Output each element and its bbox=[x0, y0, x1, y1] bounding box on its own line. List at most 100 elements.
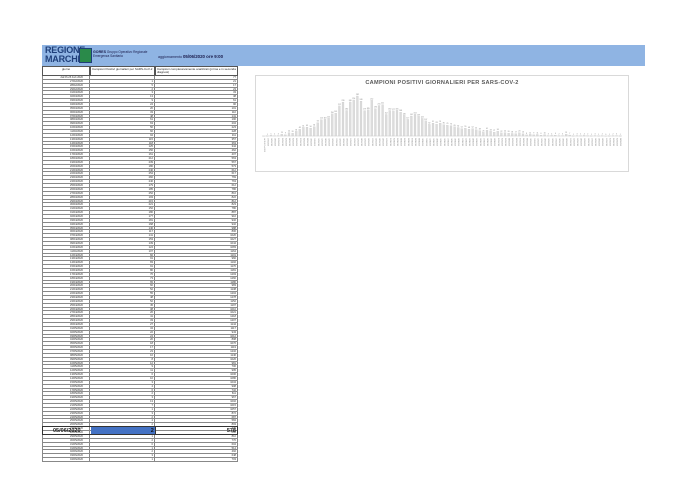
row-date: 16/05/2020 bbox=[42, 384, 90, 388]
chart-bar bbox=[291, 133, 294, 137]
row-positives: 8 bbox=[90, 357, 155, 361]
chart-data-label: 141 bbox=[410, 114, 413, 116]
row-date: 20/03/2020 bbox=[42, 164, 90, 168]
row-samples: 612 bbox=[155, 184, 238, 187]
row-date: 08/03/2020 bbox=[42, 118, 90, 122]
chart-tick-label: 20/04/2020 bbox=[457, 138, 459, 146]
chart-bar bbox=[410, 115, 413, 137]
chart-bar bbox=[295, 131, 298, 137]
row-positives: 18 bbox=[90, 342, 155, 346]
row-date: 11/04/2020 bbox=[42, 249, 90, 253]
row-samples: 1278 bbox=[155, 295, 238, 299]
chart-tick-label: 20/05/2020 bbox=[565, 138, 567, 146]
chart-tick-label: 23/04/2020 bbox=[468, 138, 470, 146]
row-positives: 125 bbox=[90, 145, 155, 149]
row-positives: 63 bbox=[90, 122, 155, 126]
row-samples: 687 bbox=[155, 415, 238, 419]
chart-tick-label: 11/03/2020 bbox=[313, 138, 315, 146]
chart-bar bbox=[435, 124, 438, 137]
chart-data-label: 2 bbox=[559, 134, 560, 136]
chart-tick-label: 25/03/2020 bbox=[364, 138, 366, 146]
chart-tick-label: 09/05/2020 bbox=[526, 138, 528, 146]
chart-data-label: 76 bbox=[446, 123, 448, 125]
row-samples: 812 bbox=[155, 199, 238, 203]
chart-tick-label: 15/03/2020 bbox=[328, 138, 330, 146]
row-date: 01/03/2020 bbox=[42, 91, 90, 95]
row-positives: 3 bbox=[90, 380, 155, 384]
chart-data-label: 18 bbox=[511, 131, 513, 133]
row-samples: 1164 bbox=[155, 249, 238, 253]
chart-data-label: 82 bbox=[428, 122, 430, 124]
chart-tick-label: 19/04/2020 bbox=[454, 138, 456, 146]
row-samples: 806 bbox=[155, 230, 238, 234]
row-samples: 77 bbox=[155, 76, 238, 79]
chart-bar bbox=[449, 125, 453, 137]
chart-bar bbox=[489, 131, 492, 137]
row-positives: 61 bbox=[90, 118, 155, 122]
chart-data-label: 215 bbox=[378, 104, 381, 106]
chart-data-label: 52 bbox=[472, 127, 474, 129]
chart-data-label: 146 bbox=[403, 113, 406, 115]
row-date: 08/05/2020 bbox=[42, 353, 90, 357]
update-label: aggiornamento bbox=[158, 55, 182, 59]
total-positives[interactable]: 2 bbox=[90, 427, 155, 434]
chart-bar bbox=[388, 110, 391, 137]
row-date: 02/03/2020 bbox=[42, 95, 90, 99]
positives-chart: dal 06-26 Feb 2020 1 27/02/2020 5 28/02/2020… bbox=[255, 75, 629, 172]
chart-data-label: 1 bbox=[598, 134, 599, 136]
chart-bar bbox=[457, 127, 460, 137]
chart-tick-label: 26/05/2020 bbox=[587, 138, 589, 146]
row-samples: 648 bbox=[155, 454, 238, 458]
total-samples: 578 bbox=[154, 427, 237, 434]
chart-tick-label: 02/03/2020 bbox=[281, 138, 283, 146]
row-samples: 223 bbox=[155, 126, 238, 130]
chart-tick-label: 24/04/2020 bbox=[472, 138, 474, 146]
row-date: 22/04/2020 bbox=[42, 292, 90, 295]
row-date: 04/06/2020 bbox=[42, 458, 90, 461]
chart-bar bbox=[349, 101, 352, 137]
row-date: 02/06/2020 bbox=[42, 450, 90, 454]
row-positives: 41 bbox=[90, 315, 155, 319]
row-positives: 6 bbox=[90, 373, 155, 377]
row-samples: 492 bbox=[155, 450, 238, 454]
chart-tick-label: 01/03/2020 bbox=[277, 138, 279, 146]
row-date: 19/03/2020 bbox=[42, 160, 90, 164]
row-date: 03/04/2020 bbox=[42, 218, 90, 222]
chart-data-label: 7 bbox=[569, 133, 570, 135]
row-samples: 514 bbox=[155, 446, 238, 450]
row-samples: 38 bbox=[155, 95, 238, 99]
chart-data-label: 152 bbox=[385, 112, 388, 114]
chart-tick-label: 18/04/2020 bbox=[450, 138, 452, 146]
row-samples: 1181 bbox=[155, 268, 238, 272]
chart-bar bbox=[518, 132, 521, 137]
row-positives: 156 bbox=[90, 149, 155, 153]
chart-bar bbox=[496, 131, 499, 137]
row-samples: 780 bbox=[155, 207, 238, 211]
row-date: 05/05/2020 bbox=[42, 342, 90, 346]
row-positives: 2 bbox=[90, 87, 155, 91]
row-date: 18/05/2020 bbox=[42, 392, 90, 396]
row-positives: 1 bbox=[90, 446, 155, 450]
row-date: 15/04/2020 bbox=[42, 265, 90, 268]
row-positives: 239 bbox=[90, 160, 155, 164]
chart-data-label: 17 bbox=[515, 132, 517, 134]
chart-tick-label: 19/05/2020 bbox=[562, 138, 564, 146]
row-samples: 932 bbox=[155, 222, 238, 226]
row-date: 13/03/2020 bbox=[42, 137, 90, 141]
chart-data-label: 94 bbox=[317, 121, 319, 123]
row-date: 12/05/2020 bbox=[42, 369, 90, 373]
row-samples: 1260 bbox=[155, 276, 238, 280]
chart-tick-label: 28/03/2020 bbox=[374, 138, 376, 146]
row-date: 18/03/2020 bbox=[42, 157, 90, 160]
row-samples: 887 bbox=[155, 211, 238, 214]
chart-data-label: 3 bbox=[595, 134, 596, 136]
chart-tick-label: 08/05/2020 bbox=[522, 138, 524, 146]
chart-tick-label: 07/03/2020 bbox=[299, 138, 301, 146]
chart-data-label: 65 bbox=[454, 125, 456, 127]
row-date: 27/02/2020 bbox=[42, 79, 90, 83]
chart-tick-label: 21/05/2020 bbox=[569, 138, 571, 146]
row-date: 04/05/2020 bbox=[42, 338, 90, 342]
chart-data-label: 91 bbox=[432, 121, 434, 123]
row-samples: 1207 bbox=[155, 319, 238, 322]
row-date: 09/03/2020 bbox=[42, 122, 90, 126]
